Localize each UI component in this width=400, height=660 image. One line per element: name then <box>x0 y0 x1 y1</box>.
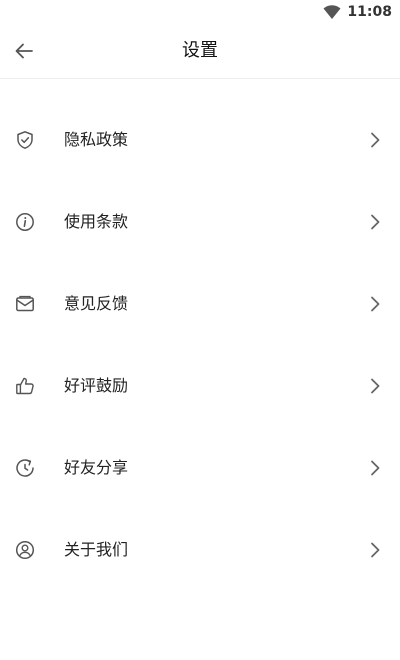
chevron-right-icon <box>368 542 382 558</box>
shield-check-icon <box>14 129 36 151</box>
wifi-icon <box>323 4 341 20</box>
page-title: 设置 <box>182 40 218 61</box>
back-button[interactable] <box>8 35 40 67</box>
menu-label: 好评鼓励 <box>64 376 129 395</box>
menu-item-share-friends[interactable]: 好友分享 <box>0 427 400 509</box>
mail-icon <box>14 293 36 315</box>
settings-menu-list: 隐私政策 使用条款 意见反馈 好评鼓励 好友分享 关于我们 <box>0 99 400 591</box>
share-refresh-icon <box>14 457 36 479</box>
menu-label: 好友分享 <box>64 458 129 477</box>
chevron-right-icon <box>368 378 382 394</box>
menu-label: 关于我们 <box>64 540 129 559</box>
menu-label: 隐私政策 <box>64 130 129 149</box>
chevron-right-icon <box>368 132 382 148</box>
settings-screen: 11:08 设置 隐私政策 使用条款 意见反馈 好评鼓励 好友分享 关于我们 <box>0 0 400 660</box>
back-arrow-icon <box>14 41 34 61</box>
menu-item-about-us[interactable]: 关于我们 <box>0 509 400 591</box>
chevron-right-icon <box>368 296 382 312</box>
status-right: 11:08 <box>323 3 392 21</box>
menu-label: 意见反馈 <box>64 294 129 313</box>
menu-item-feedback[interactable]: 意见反馈 <box>0 263 400 345</box>
user-circle-icon <box>14 539 36 561</box>
status-bar: 11:08 <box>0 0 400 24</box>
info-icon <box>14 211 36 233</box>
menu-label: 使用条款 <box>64 212 129 231</box>
menu-item-rate-us[interactable]: 好评鼓励 <box>0 345 400 427</box>
menu-item-privacy-policy[interactable]: 隐私政策 <box>0 99 400 181</box>
chevron-right-icon <box>368 214 382 230</box>
chevron-right-icon <box>368 460 382 476</box>
thumbs-up-icon <box>14 375 36 397</box>
status-time: 11:08 <box>347 4 392 20</box>
header: 设置 <box>0 24 400 79</box>
menu-item-terms-of-use[interactable]: 使用条款 <box>0 181 400 263</box>
